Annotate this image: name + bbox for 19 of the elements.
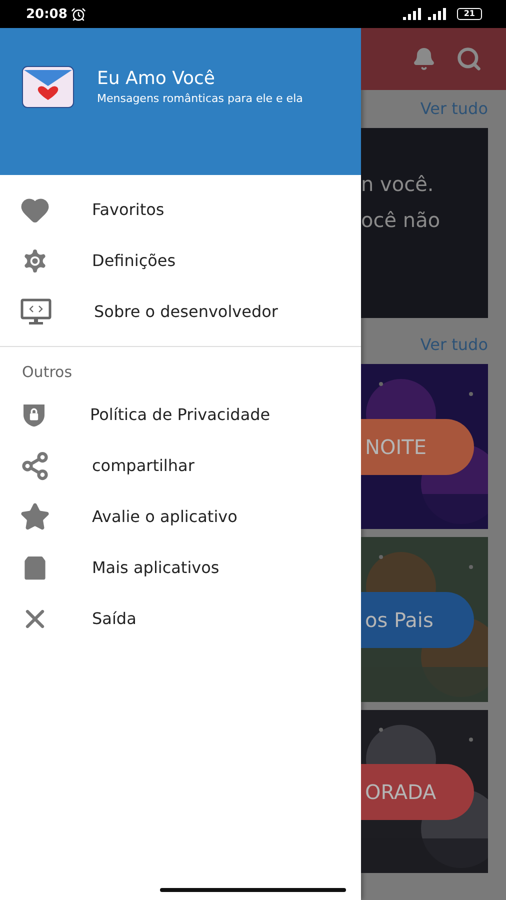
battery-level: 21 — [456, 8, 482, 20]
category-button[interactable]: os Pais — [361, 592, 474, 648]
menu-item[interactable]: Favoritos — [0, 184, 361, 235]
menu-item[interactable]: Saída — [0, 593, 361, 644]
menu-item[interactable]: Definições — [0, 235, 361, 286]
status-time: 20:08 — [26, 6, 68, 22]
banner-card[interactable]: os Pais — [361, 537, 488, 702]
menu-item[interactable]: Mais aplicativos — [0, 542, 361, 593]
quote-text: ocê não — [361, 207, 442, 234]
quote-text: n você. — [361, 171, 435, 198]
menu-item[interactable]: compartilhar — [0, 440, 361, 491]
app-title: Eu Amo Você — [97, 68, 216, 89]
section-title: Outros — [21, 362, 74, 383]
menu-item[interactable]: Sobre o desenvolvedor — [0, 286, 361, 337]
menu-item[interactable]: Política de Privacidade — [0, 389, 361, 440]
quote-card[interactable]: n você. ocê não — [361, 128, 488, 318]
menu-item[interactable]: Avalie o aplicativo — [0, 491, 361, 542]
app-subtitle: Mensagens românticas para ele e ela — [97, 92, 303, 105]
category-button[interactable]: ORADA — [361, 764, 474, 820]
